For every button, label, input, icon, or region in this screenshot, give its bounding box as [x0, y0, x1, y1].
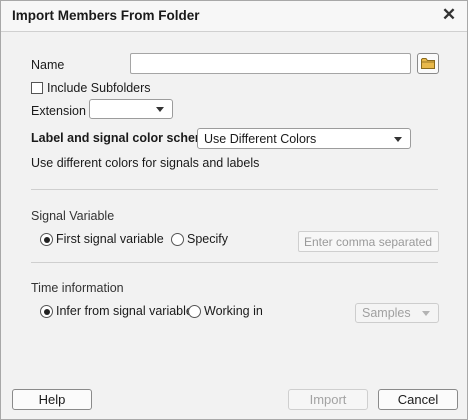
dialog-title: Import Members From Folder: [12, 8, 200, 23]
radio-infer-from-signal-variable[interactable]: [40, 305, 53, 318]
extension-label: Extension: [31, 104, 86, 118]
separator: [31, 189, 438, 190]
chevron-down-icon: [422, 311, 430, 316]
help-button[interactable]: Help: [12, 389, 92, 410]
folder-icon: [421, 58, 435, 69]
separator: [31, 262, 438, 263]
radio-specify[interactable]: [171, 233, 184, 246]
time-units-value: Samples: [362, 306, 411, 320]
browse-folder-button[interactable]: [417, 53, 439, 74]
signal-variable-specify-field[interactable]: [298, 231, 439, 252]
specify-label: Specify: [187, 232, 228, 246]
chevron-down-icon: [394, 136, 402, 142]
include-subfolders-label: Include Subfolders: [47, 81, 151, 95]
signal-variable-heading: Signal Variable: [31, 209, 115, 223]
radio-working-in[interactable]: [188, 305, 201, 318]
color-scheme-dropdown[interactable]: Use Different Colors: [197, 128, 411, 149]
include-subfolders-checkbox[interactable]: [31, 82, 43, 94]
name-label: Name: [31, 58, 65, 72]
color-scheme-description: Use different colors for signals and lab…: [31, 156, 260, 170]
title-bar: Import Members From Folder ✕: [1, 1, 467, 32]
first-signal-variable-label: First signal variable: [56, 232, 164, 246]
signal-variable-specify-input[interactable]: [299, 232, 438, 251]
extension-dropdown[interactable]: [89, 99, 173, 119]
import-members-dialog: Import Members From Folder ✕ Name Includ…: [0, 0, 468, 420]
close-icon[interactable]: ✕: [439, 5, 459, 25]
import-button[interactable]: Import: [288, 389, 368, 410]
cancel-button[interactable]: Cancel: [378, 389, 458, 410]
working-in-label: Working in: [204, 304, 263, 318]
radio-first-signal-variable[interactable]: [40, 233, 53, 246]
name-input[interactable]: [131, 54, 410, 73]
color-scheme-value: Use Different Colors: [204, 131, 317, 146]
infer-from-signal-variable-label: Infer from signal variable: [56, 304, 193, 318]
name-field[interactable]: [130, 53, 411, 74]
time-units-dropdown[interactable]: Samples: [355, 303, 439, 323]
time-information-heading: Time information: [31, 281, 124, 295]
chevron-down-icon: [156, 107, 164, 112]
color-scheme-label: Label and signal color scheme:: [31, 131, 218, 145]
